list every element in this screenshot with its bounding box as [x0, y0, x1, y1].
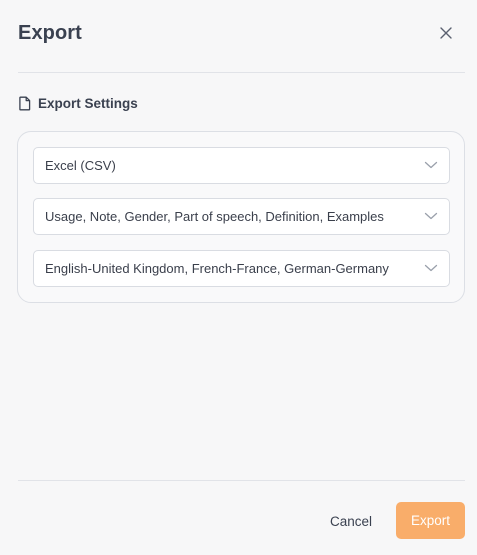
close-button[interactable] — [435, 22, 457, 44]
format-select-value: Excel (CSV) — [45, 158, 116, 173]
languages-select[interactable]: English-United Kingdom, French-France, G… — [33, 250, 450, 287]
dialog-title: Export — [18, 22, 82, 44]
fields-select-value: Usage, Note, Gender, Part of speech, Def… — [45, 209, 384, 224]
chevron-down-icon — [424, 161, 438, 169]
chevron-down-icon — [424, 264, 438, 272]
section-header: Export Settings — [18, 96, 138, 111]
close-icon — [440, 27, 452, 39]
dialog-header: Export — [18, 0, 465, 72]
fields-select[interactable]: Usage, Note, Gender, Part of speech, Def… — [33, 198, 450, 235]
export-dialog: Export Export Settings Excel (CSV) Usage… — [0, 0, 477, 555]
document-icon — [19, 96, 31, 111]
section-title: Export Settings — [38, 96, 138, 111]
export-button[interactable]: Export — [396, 502, 465, 539]
header-divider — [18, 72, 465, 73]
cancel-button[interactable]: Cancel — [316, 503, 386, 539]
settings-card: Excel (CSV) Usage, Note, Gender, Part of… — [17, 131, 465, 303]
footer-divider — [18, 480, 465, 481]
chevron-down-icon — [424, 212, 438, 220]
format-select[interactable]: Excel (CSV) — [33, 147, 450, 184]
languages-select-value: English-United Kingdom, French-France, G… — [45, 261, 389, 276]
